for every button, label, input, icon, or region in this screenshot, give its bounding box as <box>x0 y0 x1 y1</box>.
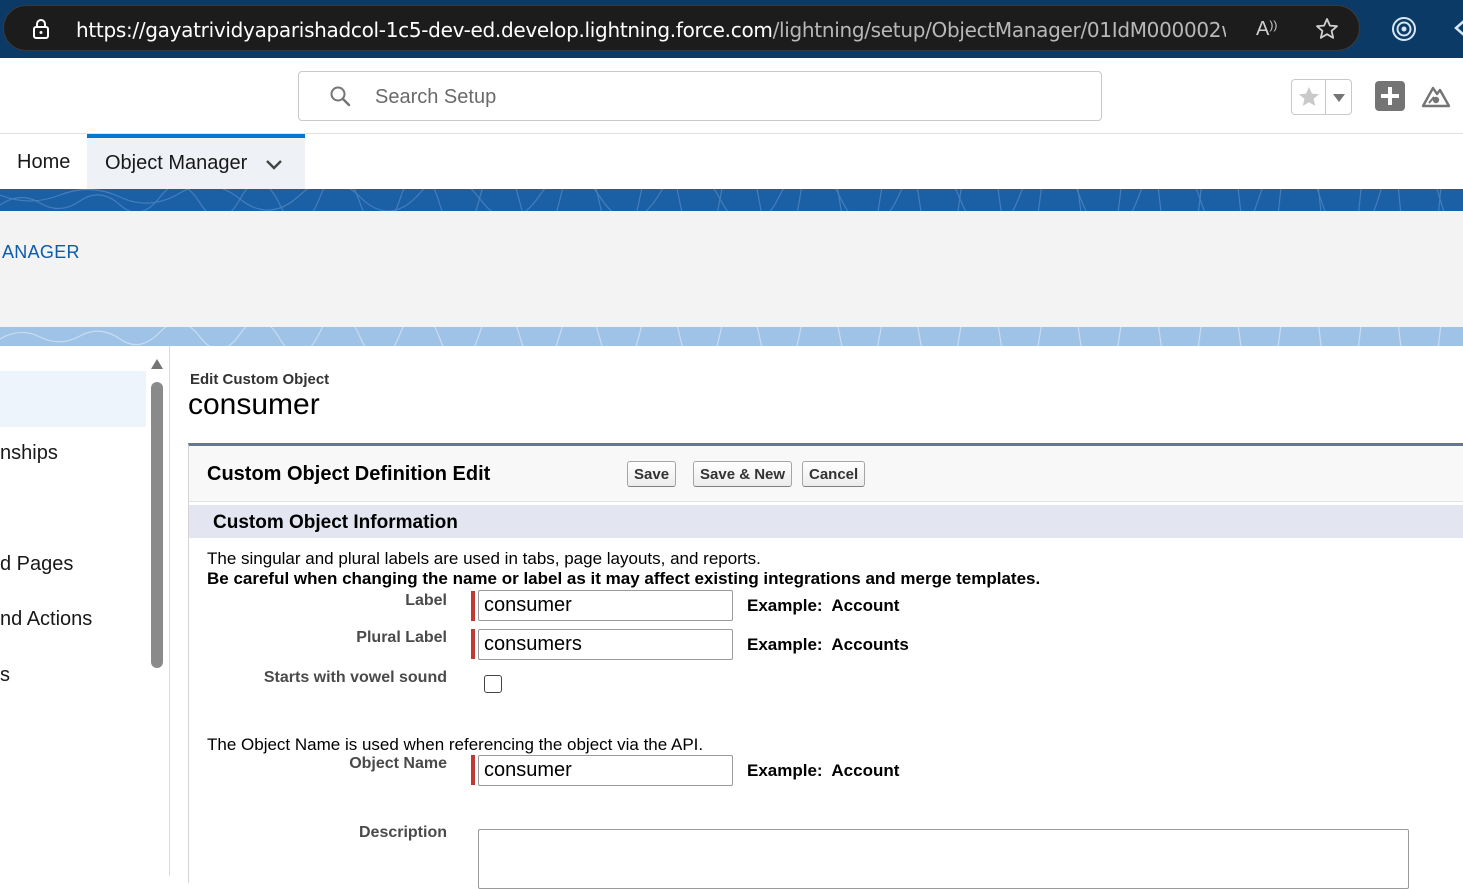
favorite-star-icon[interactable] <box>1314 16 1340 42</box>
label-input[interactable] <box>478 590 733 621</box>
trailhead-icon[interactable] <box>1420 80 1452 112</box>
tab-object-manager[interactable]: Object Manager <box>87 134 305 189</box>
read-aloud-icon[interactable]: A)) <box>1256 18 1277 41</box>
description-field-label: Description <box>358 824 447 841</box>
scroll-up-arrow-icon[interactable] <box>150 358 164 370</box>
object-name-input[interactable] <box>478 755 733 786</box>
object-manager-header: ANAGER <box>0 211 1463 327</box>
search-icon <box>330 86 351 107</box>
sidebar-item-truncated[interactable]: s <box>0 664 10 687</box>
label-field-label: Label <box>405 592 447 609</box>
vowel-sound-checkbox[interactable] <box>484 675 502 693</box>
setup-nav: Home Object Manager <box>0 134 1463 189</box>
save-and-new-button[interactable]: Save & New <box>693 461 793 487</box>
panel-title: Custom Object Definition Edit <box>207 463 491 485</box>
help-text-labels: The singular and plural labels are used … <box>207 549 761 568</box>
panel-header: Custom Object Definition Edit Save Save … <box>189 446 1463 502</box>
extension-icon[interactable] <box>1390 15 1418 43</box>
chevron-down-icon[interactable] <box>265 159 283 171</box>
tab-object-manager-label: Object Manager <box>105 152 248 174</box>
edit-panel: Custom Object Definition Edit Save Save … <box>188 443 1463 889</box>
search-input[interactable] <box>375 84 1075 110</box>
section-header: Custom Object Information <box>189 505 1463 538</box>
header-pattern-band-bottom <box>0 327 1463 346</box>
help-text-warning: Be careful when changing the name or lab… <box>207 569 1041 588</box>
page-title: consumer <box>188 388 320 421</box>
description-textarea[interactable] <box>478 829 1409 889</box>
address-bar[interactable]: https://gayatrividyaparishadcol-1c5-dev-… <box>3 5 1360 51</box>
required-indicator <box>471 629 475 659</box>
object-name-example: Example: Account <box>747 761 900 780</box>
search-box[interactable] <box>298 71 1102 121</box>
help-text-object-name: The Object Name is used when referencing… <box>207 735 704 754</box>
browser-toolbar: https://gayatrividyaparishadcol-1c5-dev-… <box>0 0 1463 58</box>
global-actions-button[interactable] <box>1375 81 1405 111</box>
required-indicator <box>471 755 475 785</box>
main-content: Edit Custom Object consumer Custom Objec… <box>170 346 1463 889</box>
scrollbar-thumb[interactable] <box>151 382 163 668</box>
plus-icon <box>1381 87 1399 105</box>
plural-label-example: Example: Accounts <box>747 635 909 654</box>
sidebar-item-relationships[interactable]: nships <box>0 442 58 465</box>
favorites-button-group[interactable] <box>1291 79 1352 115</box>
cancel-button[interactable]: Cancel <box>802 461 866 487</box>
setup-header <box>0 58 1463 134</box>
page-kicker: Edit Custom Object <box>190 371 330 388</box>
object-sidebar: nships d Pages nd Actions s <box>0 346 170 876</box>
sidebar-item-buttons-links-actions[interactable]: nd Actions <box>0 608 92 631</box>
save-button[interactable]: Save <box>627 461 677 487</box>
label-example: Example: Account <box>747 596 900 615</box>
url-path: /lightning/setup/ObjectManager/01IdM0000… <box>772 18 1226 42</box>
sidebar-scrollbar[interactable] <box>148 358 166 876</box>
plural-label-input[interactable] <box>478 629 733 660</box>
breadcrumb[interactable]: ANAGER <box>2 242 80 263</box>
section-title: Custom Object Information <box>213 512 458 533</box>
url-text[interactable]: https://gayatrividyaparishadcol-1c5-dev-… <box>76 18 1226 42</box>
star-icon[interactable] <box>1296 84 1322 110</box>
sidebar-item-lightning-pages[interactable]: d Pages <box>0 553 73 576</box>
divider <box>1325 80 1326 114</box>
tab-home[interactable]: Home <box>0 134 87 189</box>
lock-icon[interactable] <box>30 18 52 40</box>
caret-down-icon[interactable] <box>1332 93 1346 103</box>
plural-label-field-label: Plural Label <box>356 629 447 646</box>
url-host: https://gayatrividyaparishadcol-1c5-dev-… <box>76 18 773 42</box>
object-name-field-label: Object Name <box>349 755 447 772</box>
required-indicator <box>471 591 475 621</box>
tab-home-label: Home <box>17 151 71 173</box>
header-pattern-band <box>0 189 1463 211</box>
chevron-left-icon[interactable] <box>1452 18 1463 38</box>
vowel-sound-field-label: Starts with vowel sound <box>263 669 447 686</box>
sidebar-item-selected[interactable] <box>0 371 146 427</box>
